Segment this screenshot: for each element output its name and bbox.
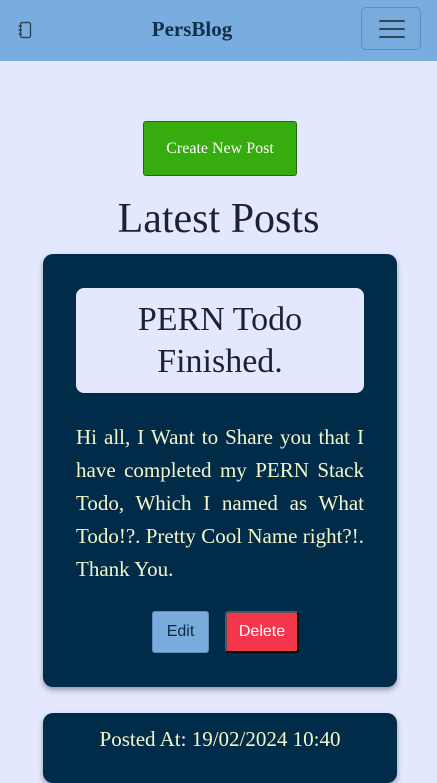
post-meta-card: Posted At: 19/02/2024 10:40 xyxy=(43,713,397,783)
edit-button[interactable]: Edit xyxy=(152,611,209,653)
post-title: PERN Todo Finished. xyxy=(137,300,303,380)
navbar: PersBlog xyxy=(0,0,437,61)
brand-title[interactable]: PersBlog xyxy=(0,17,384,42)
post-body: Hi all, I Want to Share you that I have … xyxy=(76,425,364,581)
hamburger-menu-button[interactable] xyxy=(361,7,421,50)
post-title-box: PERN Todo Finished. xyxy=(76,288,364,393)
delete-button[interactable]: Delete xyxy=(225,611,299,653)
page-title: Latest Posts xyxy=(117,196,320,242)
post-card: PERN Todo Finished. Hi all, I Want to Sh… xyxy=(43,254,397,687)
create-new-post-button[interactable]: Create New Post xyxy=(143,121,297,176)
posted-at-timestamp: Posted At: 19/02/2024 10:40 xyxy=(99,727,341,751)
